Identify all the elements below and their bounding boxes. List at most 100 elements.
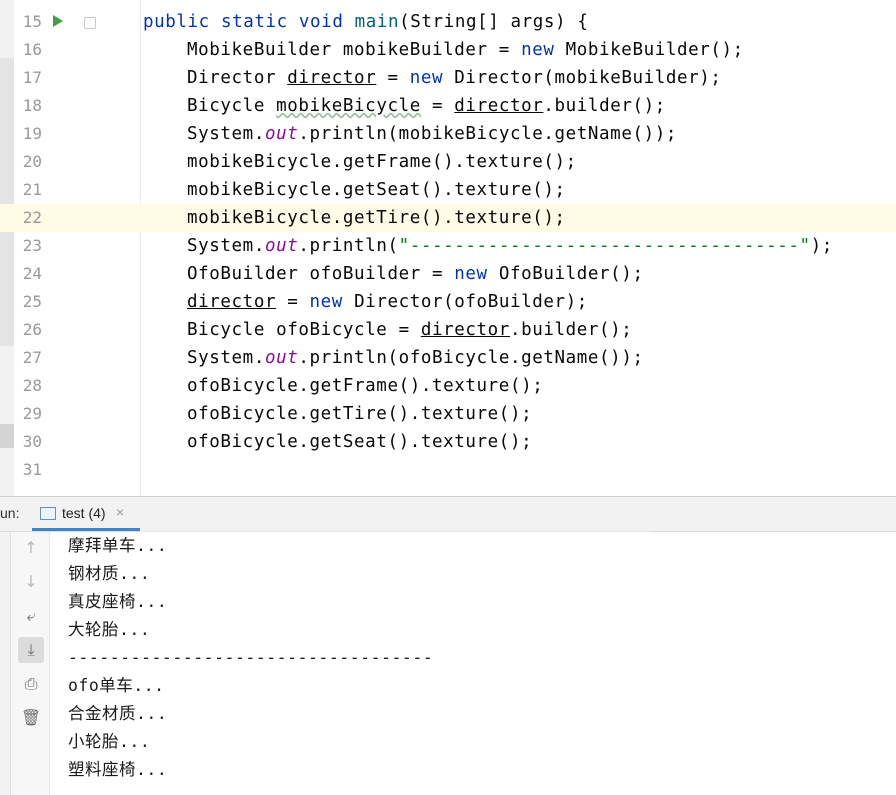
code-text[interactable]: MobikeBuilder mobikeBuilder = new Mobike… bbox=[187, 36, 744, 64]
code-token: .println(ofoBicycle.getName()); bbox=[298, 348, 644, 368]
code-token: public bbox=[143, 12, 221, 32]
code-line[interactable]: 17 Director director = new Director(mobik… bbox=[0, 64, 896, 92]
code-text[interactable]: Bicycle ofoBicycle = director.builder(); bbox=[187, 316, 632, 344]
code-token: Director(ofoBuilder); bbox=[354, 292, 588, 312]
code-token: .builder(); bbox=[543, 96, 666, 116]
scroll-to-end-icon[interactable]: ⤓ bbox=[18, 637, 44, 663]
close-icon[interactable]: × bbox=[116, 504, 124, 520]
code-line[interactable]: 19 System.out.println(mobikeBicycle.getNa… bbox=[0, 120, 896, 148]
code-token: = bbox=[376, 68, 410, 88]
line-number[interactable]: 21 bbox=[14, 176, 42, 204]
code-text[interactable]: System.out.println("--------------------… bbox=[187, 232, 833, 260]
code-text[interactable]: Director director = new Director(mobikeB… bbox=[187, 64, 722, 92]
code-token: out bbox=[264, 124, 299, 144]
code-text[interactable]: mobikeBicycle.getSeat().texture(); bbox=[187, 176, 566, 204]
code-text[interactable]: public static void main(String[] args) { bbox=[143, 8, 588, 36]
code-line[interactable]: 30 ofoBicycle.getSeat().texture(); bbox=[0, 428, 896, 456]
line-number[interactable]: 15 bbox=[14, 8, 42, 36]
code-editor[interactable]: 15 public static void main(String[] args)… bbox=[0, 0, 896, 496]
code-token: ); bbox=[810, 236, 833, 256]
output-line: 大轮胎... bbox=[68, 620, 151, 639]
code-text[interactable]: ofoBicycle.getSeat().texture(); bbox=[187, 428, 532, 456]
code-token: void bbox=[298, 12, 355, 32]
tab-active-indicator bbox=[32, 528, 140, 531]
line-number[interactable]: 19 bbox=[14, 120, 42, 148]
code-line[interactable]: 28 ofoBicycle.getFrame().texture(); bbox=[0, 372, 896, 400]
code-text[interactable]: OfoBuilder ofoBuilder = new OfoBuilder()… bbox=[187, 260, 644, 288]
code-token: director bbox=[287, 68, 377, 88]
line-number[interactable]: 22 bbox=[14, 204, 42, 232]
code-line[interactable]: 16 MobikeBuilder mobikeBuilder = new Mobi… bbox=[0, 36, 896, 64]
run-panel: un: test (4) × ↑ ↓ ⤶ ⤓ ⎙ 🗑 摩拜单车... 钢材质... 真皮座椅.… bbox=[0, 496, 896, 795]
code-line[interactable]: 20 mobikeBicycle.getFrame().texture(); bbox=[0, 148, 896, 176]
line-number[interactable]: 23 bbox=[14, 232, 42, 260]
code-line[interactable]: 15 public static void main(String[] args)… bbox=[0, 8, 896, 36]
fold-icon[interactable] bbox=[84, 17, 96, 29]
output-line: 摩拜单车... bbox=[68, 536, 168, 555]
code-token: director bbox=[454, 96, 544, 116]
code-text[interactable]: System.out.println(mobikeBicycle.getName… bbox=[187, 120, 677, 148]
code-line[interactable]: 24 OfoBuilder ofoBuilder = new OfoBuilder… bbox=[0, 260, 896, 288]
code-text[interactable]: System.out.println(ofoBicycle.getName())… bbox=[187, 344, 644, 372]
soft-wrap-icon[interactable]: ⤶ bbox=[18, 603, 44, 629]
code-line[interactable]: 26 Bicycle ofoBicycle = director.builder(… bbox=[0, 316, 896, 344]
code-line[interactable]: 23 System.out.println("------------------… bbox=[0, 232, 896, 260]
code-token: System. bbox=[187, 124, 265, 144]
run-left-strip bbox=[0, 532, 11, 795]
line-number[interactable]: 25 bbox=[14, 288, 42, 316]
code-token: out bbox=[264, 348, 299, 368]
line-number[interactable]: 27 bbox=[14, 344, 42, 372]
line-number[interactable]: 26 bbox=[14, 316, 42, 344]
code-token: new bbox=[454, 264, 499, 284]
output-line: 真皮座椅... bbox=[68, 592, 168, 611]
line-number[interactable]: 30 bbox=[14, 428, 42, 456]
code-text[interactable]: ofoBicycle.getFrame().texture(); bbox=[187, 372, 543, 400]
code-token: mobikeBicycle.getTire().texture(); bbox=[187, 208, 566, 228]
code-token: Bicycle ofoBicycle = bbox=[187, 320, 421, 340]
code-token: .builder(); bbox=[509, 320, 633, 340]
code-text[interactable]: mobikeBicycle.getTire().texture(); bbox=[187, 204, 566, 232]
code-token: mobikeBicycle.getSeat().texture(); bbox=[187, 180, 566, 200]
code-text[interactable]: director = new Director(ofoBuilder); bbox=[187, 288, 588, 316]
code-line[interactable]: 27 System.out.println(ofoBicycle.getName(… bbox=[0, 344, 896, 372]
line-number[interactable]: 28 bbox=[14, 372, 42, 400]
down-arrow-icon[interactable]: ↓ bbox=[18, 569, 44, 595]
output-line: ofo单车... bbox=[68, 676, 165, 695]
tab-test-4[interactable]: test (4) × bbox=[32, 497, 140, 531]
code-line[interactable]: 25 director = new Director(ofoBuilder); bbox=[0, 288, 896, 316]
code-token: ofoBicycle.getFrame().texture(); bbox=[187, 376, 544, 396]
code-line[interactable]: 18 Bicycle mobikeBicycle = director.build… bbox=[0, 92, 896, 120]
up-arrow-icon[interactable]: ↑ bbox=[18, 535, 44, 561]
output-line: 合金材质... bbox=[68, 704, 168, 723]
code-token: = bbox=[276, 292, 310, 312]
run-gutter-icon[interactable] bbox=[53, 15, 63, 27]
code-text[interactable]: mobikeBicycle.getFrame().texture(); bbox=[187, 148, 577, 176]
line-number[interactable]: 18 bbox=[14, 92, 42, 120]
code-text[interactable]: Bicycle mobikeBicycle = director.builder… bbox=[187, 92, 666, 120]
code-token: = bbox=[420, 96, 455, 116]
line-number[interactable]: 31 bbox=[14, 456, 42, 484]
code-token: director bbox=[420, 320, 510, 340]
line-number[interactable]: 17 bbox=[14, 64, 42, 92]
code-token: ofoBicycle.getSeat().texture(); bbox=[187, 432, 533, 452]
line-number[interactable]: 29 bbox=[14, 400, 42, 428]
code-token: new bbox=[309, 292, 355, 312]
code-token: mobikeBicycle.getFrame().texture(); bbox=[187, 152, 577, 172]
code-text[interactable]: ofoBicycle.getTire().texture(); bbox=[187, 400, 532, 428]
console-icon bbox=[40, 507, 56, 520]
output-line: 小轮胎... bbox=[68, 732, 151, 751]
print-icon[interactable]: ⎙ bbox=[18, 671, 44, 697]
code-line[interactable]: 31 bbox=[0, 456, 896, 484]
line-number[interactable]: 24 bbox=[14, 260, 42, 288]
code-token: OfoBuilder(); bbox=[498, 264, 644, 284]
code-line[interactable]: 21 mobikeBicycle.getSeat().texture(); bbox=[0, 176, 896, 204]
code-line[interactable]: 22 mobikeBicycle.getTire().texture(); bbox=[0, 204, 896, 232]
console-output[interactable]: 摩拜单车... 钢材质... 真皮座椅... 大轮胎... --------------… bbox=[68, 532, 888, 784]
line-number[interactable]: 20 bbox=[14, 148, 42, 176]
line-number[interactable]: 16 bbox=[14, 36, 42, 64]
code-line[interactable]: 29 ofoBicycle.getTire().texture(); bbox=[0, 400, 896, 428]
code-token: mobikeBicycle bbox=[276, 96, 421, 116]
code-token: MobikeBuilder(); bbox=[565, 40, 744, 60]
code-token: main bbox=[354, 12, 400, 32]
trash-icon[interactable]: 🗑 bbox=[18, 705, 44, 731]
